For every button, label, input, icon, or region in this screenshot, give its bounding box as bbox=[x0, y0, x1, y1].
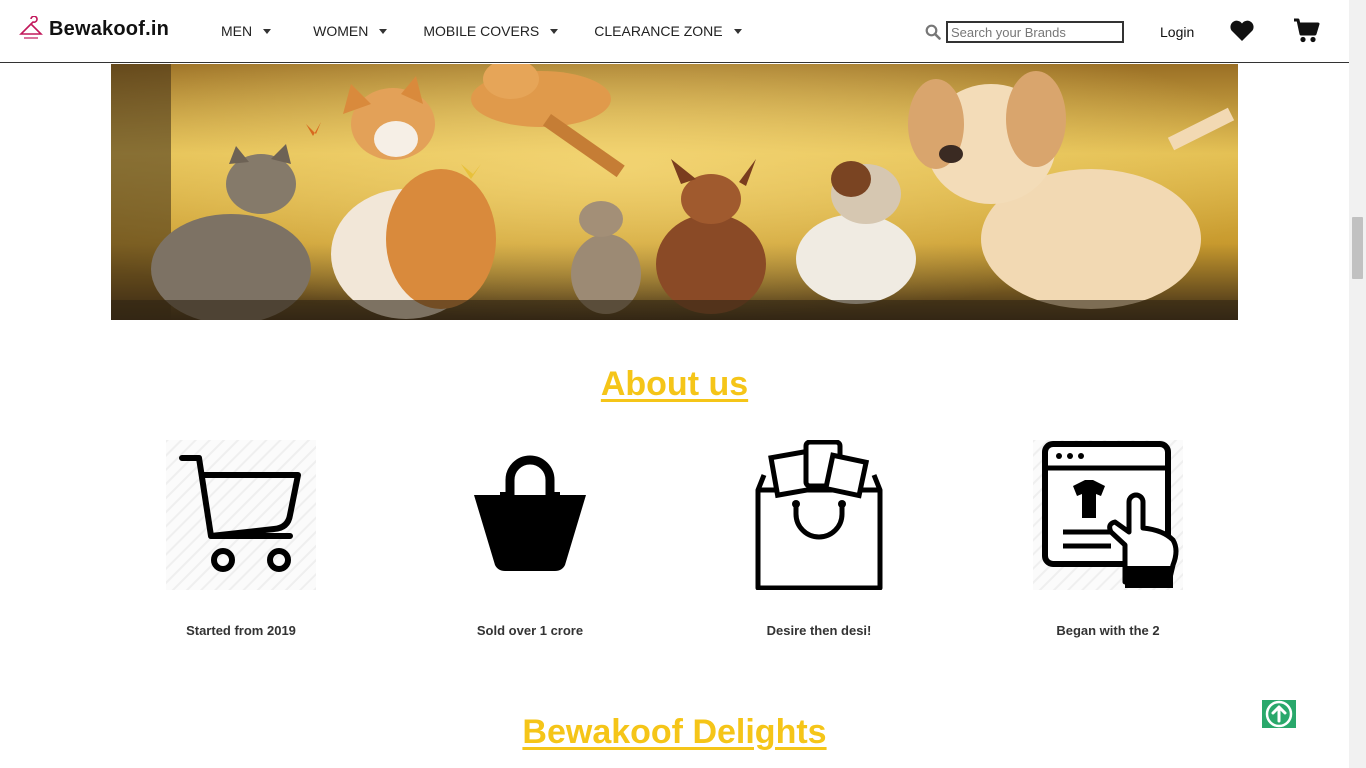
login-link[interactable]: Login bbox=[1160, 24, 1194, 40]
wishlist-heart-icon[interactable] bbox=[1229, 20, 1255, 42]
bewakoof-delights-heading: Bewakoof Delights bbox=[522, 713, 827, 751]
feature-caption: Desire then desi! bbox=[766, 623, 872, 638]
scrollbar-thumb[interactable] bbox=[1352, 217, 1363, 279]
nav-clearance-zone[interactable]: CLEARANCE ZONE bbox=[594, 23, 742, 39]
feature-caption: Sold over 1 crore bbox=[476, 623, 584, 638]
feature-caption: Started from 2019 bbox=[186, 623, 296, 638]
shopping-bag-icon bbox=[474, 455, 586, 571]
cats-and-dogs-banner-image bbox=[111, 64, 1238, 320]
nav-mobile-covers[interactable]: MOBILE COVERS bbox=[423, 23, 559, 39]
nav-men-label: MEN bbox=[221, 23, 253, 39]
top-navbar: Bewakoof.in MEN WOMEN MOBILE COVERS CLEA… bbox=[0, 0, 1349, 63]
feature-began: Began with the 2 bbox=[1033, 440, 1183, 638]
brand-search-input[interactable] bbox=[946, 21, 1124, 43]
arrow-up-circle-icon bbox=[1265, 700, 1293, 728]
caret-down-icon bbox=[263, 28, 272, 34]
feature-started-from: Started from 2019 bbox=[166, 440, 316, 638]
caret-down-icon bbox=[379, 28, 388, 34]
cart-icon bbox=[166, 440, 316, 590]
hero-banner bbox=[111, 64, 1238, 320]
feature-sold-over: Sold over 1 crore bbox=[455, 440, 605, 638]
nav-men[interactable]: MEN bbox=[221, 23, 272, 39]
search-icon bbox=[925, 24, 941, 40]
hanger-logo-icon bbox=[19, 16, 43, 39]
online-shopping-icon bbox=[1033, 440, 1183, 590]
shopping-cart-icon[interactable] bbox=[1293, 18, 1320, 44]
nav-clearance-zone-label: CLEARANCE ZONE bbox=[594, 23, 723, 39]
caret-down-icon bbox=[733, 28, 742, 34]
shopping-bag-clothes-icon bbox=[755, 440, 883, 590]
page-scrollbar[interactable] bbox=[1349, 0, 1366, 768]
about-us-heading: About us bbox=[600, 365, 749, 403]
caret-down-icon bbox=[550, 28, 559, 34]
feature-caption: Began with the 2 bbox=[1056, 623, 1160, 638]
main-nav: MEN WOMEN MOBILE COVERS CLEARANCE ZONE bbox=[221, 23, 742, 39]
feature-desire: Desire then desi! bbox=[744, 440, 894, 638]
nav-women[interactable]: WOMEN bbox=[313, 23, 388, 39]
brand-name: Bewakoof.in bbox=[49, 17, 169, 40]
scroll-to-top-button[interactable] bbox=[1262, 700, 1296, 728]
nav-mobile-covers-label: MOBILE COVERS bbox=[423, 23, 540, 39]
brand-logo[interactable]: Bewakoof.in bbox=[18, 16, 169, 42]
nav-women-label: WOMEN bbox=[313, 23, 369, 39]
